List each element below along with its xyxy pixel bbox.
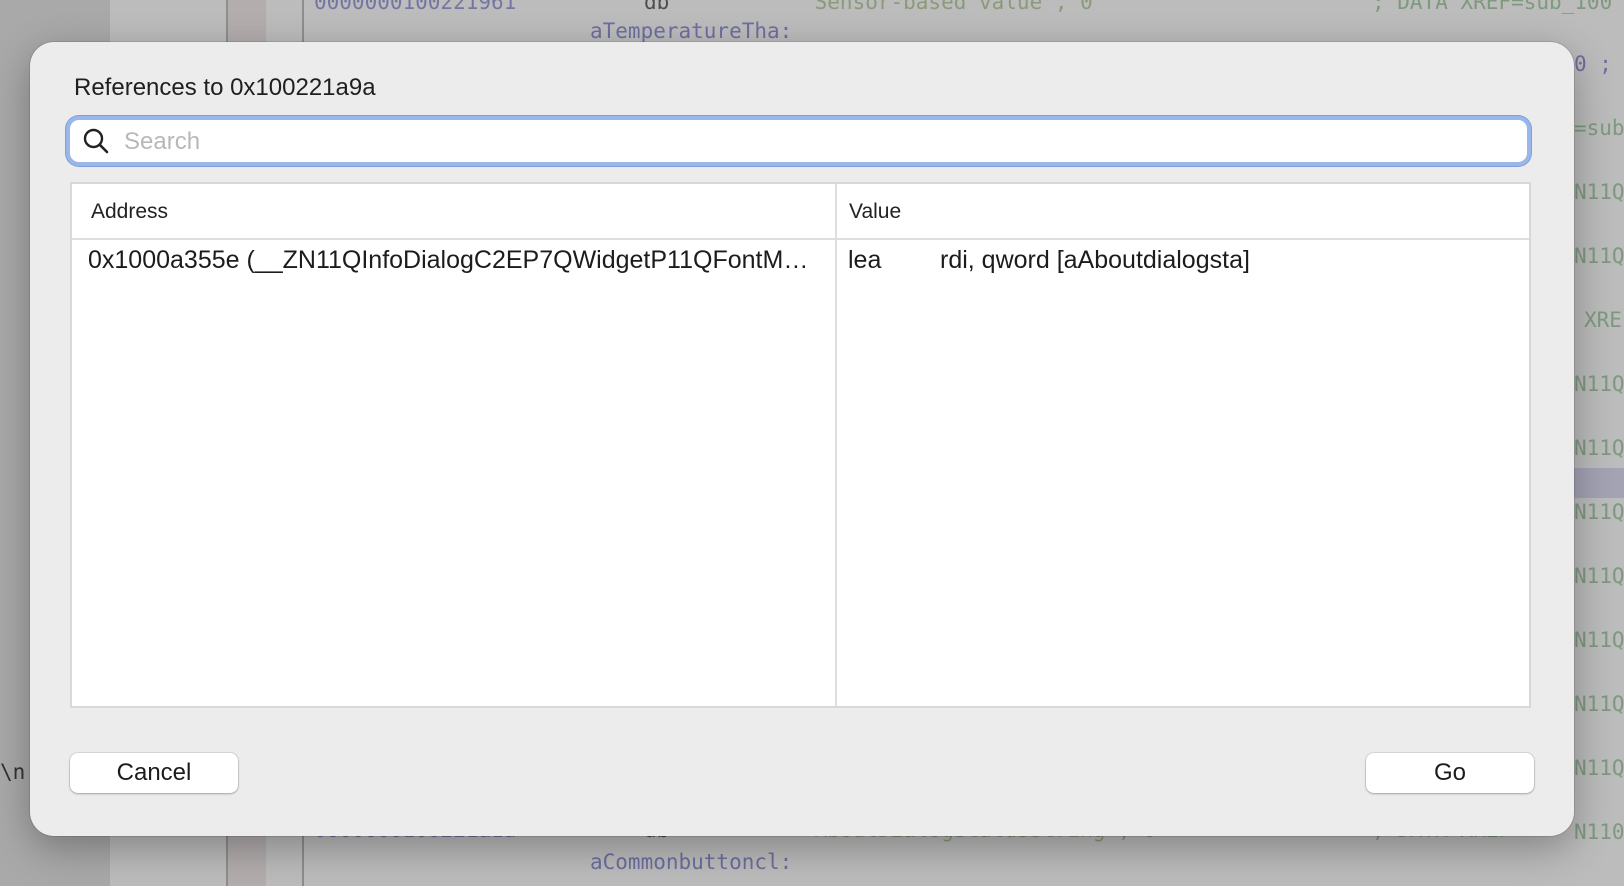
bg-right-fragment: N11Q (1574, 372, 1624, 396)
column-header-value[interactable]: Value (849, 200, 901, 224)
magnifier-icon (82, 127, 110, 155)
bg-right-fragment: =sub (1574, 116, 1624, 140)
cell-operands: rdi, qword [aAboutdialogsta] (940, 246, 1250, 274)
bg-top-op: db (644, 0, 670, 14)
bg-right-fragment: N11Q (1574, 500, 1624, 524)
bg-top-address: 0000000100221961 (314, 0, 517, 14)
bg-right-fragment: N11Q (1574, 628, 1624, 652)
search-input[interactable] (122, 120, 1516, 164)
cell-mnemonic: lea (848, 246, 882, 274)
bg-right-fragment: N11Q (1574, 180, 1624, 204)
bg-right-fragment: N11Q (1574, 692, 1624, 716)
bg-top-value: "Sensor-based value", 0 (802, 0, 1093, 14)
search-field[interactable] (70, 120, 1527, 164)
bg-right-fragment: N110 (1574, 820, 1624, 844)
go-button[interactable]: Go (1366, 753, 1534, 793)
bg-right-fragment: N11Q (1574, 564, 1624, 588)
references-dialog: References to 0x100221a9a Address Value … (30, 42, 1574, 836)
table-row[interactable]: 0x1000a355e (__ZN11QInfoDialogC2EP7QWidg… (72, 240, 1529, 284)
cell-address: 0x1000a355e (__ZN11QInfoDialogC2EP7QWidg… (88, 246, 820, 274)
cancel-button[interactable]: Cancel (70, 753, 238, 793)
bg-right-fragment: N11Q (1574, 436, 1624, 460)
column-header-address[interactable]: Address (91, 200, 168, 224)
dialog-title: References to 0x100221a9a (74, 74, 376, 101)
bg-right-fragment: N11Q (1574, 756, 1624, 780)
bg-right-fragment: XRE (1584, 308, 1622, 332)
bg-label-bottom: aCommonbuttoncl: (590, 850, 793, 874)
bg-right-fragment: N11Q (1574, 244, 1624, 268)
bg-top-comment: ; DATA XREF=sub_100 (1372, 0, 1613, 14)
bg-left-fragment: \n (0, 760, 26, 784)
table-header: Address Value (72, 184, 1529, 240)
references-table: Address Value 0x1000a355e (__ZN11QInfoDi… (70, 182, 1531, 708)
bg-right-fragment: 0 ; (1574, 52, 1612, 76)
background-highlighted-line (1574, 468, 1624, 498)
bg-label-top: aTemperatureTha: (590, 19, 793, 43)
